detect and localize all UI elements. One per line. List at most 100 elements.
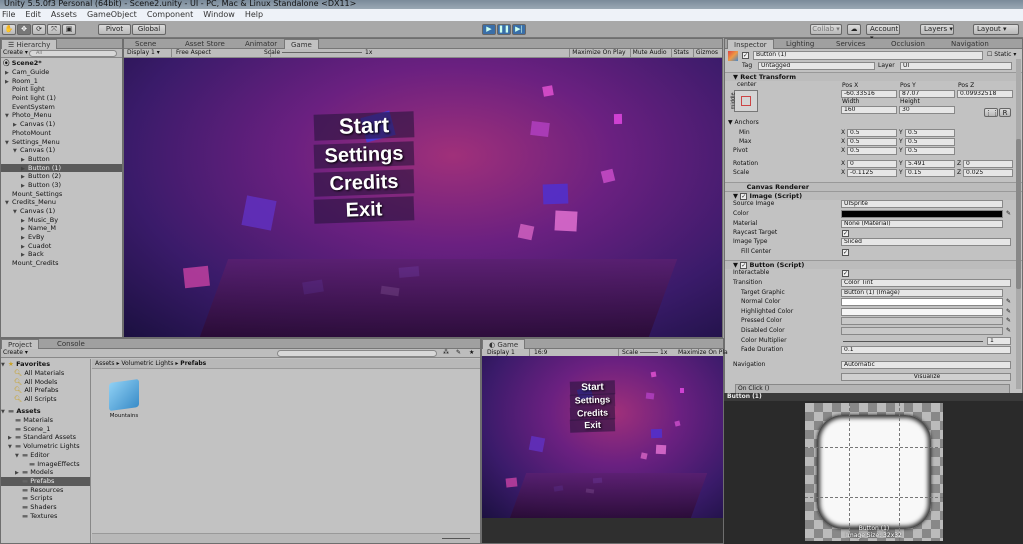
hierarchy-item[interactable]: Mount_Credits: [1, 259, 122, 268]
anchors-foldout[interactable]: ▼ Anchors: [728, 119, 759, 127]
hierarchy-item[interactable]: ▶ Button: [1, 155, 122, 164]
filter-type-icon[interactable]: ⁂: [443, 349, 449, 357]
tab-console[interactable]: Console: [51, 339, 91, 349]
hierarchy-item[interactable]: ▶ Canvas (1): [1, 120, 122, 129]
max-y-input[interactable]: 0.5: [905, 138, 955, 146]
project-tree-item[interactable]: ▬ Scripts: [1, 494, 90, 503]
hierarchy-item[interactable]: Mount_Settings: [1, 190, 122, 199]
scale-y-input[interactable]: 0.15: [905, 169, 955, 177]
color-multiplier-input[interactable]: 1: [987, 337, 1011, 345]
project-tree-item[interactable]: 🔍︎ All Prefabs: [1, 386, 90, 395]
fade-duration-dropdown[interactable]: 0.1: [841, 346, 1011, 354]
rotation-y-input[interactable]: 5.491: [905, 160, 955, 168]
eyedropper-icon[interactable]: ✎: [1006, 210, 1011, 218]
layout-dropdown[interactable]: Layout ▾: [973, 24, 1019, 35]
scene-root[interactable]: ⦿ Scene2*: [3, 59, 42, 68]
button-header[interactable]: ▼ ✓ Button (Script): [725, 260, 1022, 269]
favorite-star-icon[interactable]: ★: [469, 349, 474, 357]
hierarchy-item[interactable]: ▼ Canvas (1): [1, 207, 122, 216]
disabled-color-swatch[interactable]: [841, 327, 1003, 335]
scale-slider[interactable]: [282, 52, 362, 53]
aspect-dropdown[interactable]: Free Aspect: [176, 49, 271, 57]
menu-button-settings[interactable]: Settings: [313, 141, 415, 169]
expand-arrow-icon[interactable]: ▼: [5, 199, 12, 208]
pivot-y-input[interactable]: 0.5: [905, 147, 955, 155]
maximize-on-play-button[interactable]: Maximize On Play: [569, 49, 626, 57]
collab-button[interactable]: Collab ▾: [810, 24, 842, 35]
play-button[interactable]: ▶: [482, 24, 496, 35]
hierarchy-item[interactable]: ▼ Credits_Menu: [1, 198, 122, 207]
hierarchy-item[interactable]: ▶ EvBy: [1, 233, 122, 242]
gizmos-button[interactable]: Gizmos: [692, 49, 718, 57]
hierarchy-item[interactable]: PhotoMount: [1, 129, 122, 138]
breadcrumb-prefabs[interactable]: Prefabs: [180, 360, 206, 367]
hierarchy-item[interactable]: ▶ Room_1: [1, 77, 122, 86]
target-graphic-field[interactable]: Button (1) (Image): [841, 289, 1003, 297]
image-header[interactable]: ▼ ✓ Image (Script): [725, 191, 1022, 200]
source-image-field[interactable]: UISprite: [841, 200, 1003, 208]
menu-file[interactable]: File: [2, 9, 15, 21]
filter-label-icon[interactable]: ✎: [456, 349, 461, 357]
visualize-button[interactable]: Visualize: [841, 373, 1011, 381]
hierarchy-item[interactable]: EventSystem: [1, 103, 122, 112]
hierarchy-item[interactable]: ▶ Cam_Guide: [1, 68, 122, 77]
rotation-z-input[interactable]: 0: [963, 160, 1013, 168]
project-tree-item[interactable]: ▼ ★ Favorites: [1, 360, 90, 369]
hand-tool-icon[interactable]: ✋: [2, 24, 16, 35]
project-tree-item[interactable]: ▬ Shaders: [1, 503, 90, 512]
hierarchy-item[interactable]: ▼ Photo_Menu: [1, 111, 122, 120]
posx-input[interactable]: -60.33516: [841, 90, 897, 98]
raw-edit-button[interactable]: R: [999, 108, 1011, 117]
height-input[interactable]: 30: [899, 106, 955, 114]
tab-inspector[interactable]: Inspector: [727, 39, 774, 49]
tab-game[interactable]: Game: [284, 39, 319, 49]
tab-hierarchy[interactable]: ☰ Hierarchy: [1, 39, 58, 49]
project-create-dropdown[interactable]: Create ▾: [3, 349, 28, 357]
min-x-input[interactable]: 0.5: [847, 129, 897, 137]
width-input[interactable]: 160: [841, 106, 897, 114]
rotate-tool-icon[interactable]: ⟳: [32, 24, 46, 35]
scale-tool-icon[interactable]: ⤧: [47, 24, 61, 35]
fill-center-checkbox[interactable]: ✓: [842, 249, 849, 256]
tab-asset-store[interactable]: Asset Store: [179, 39, 231, 49]
inspector-scrollbar[interactable]: [1016, 59, 1021, 389]
menu-button-exit[interactable]: Exit: [569, 418, 616, 433]
game-view[interactable]: Start Settings Credits Exit: [124, 58, 722, 337]
max-x-input[interactable]: 0.5: [847, 138, 897, 146]
global-button[interactable]: Global: [132, 24, 166, 35]
expand-arrow-icon[interactable]: ▼: [13, 147, 20, 156]
active-checkbox[interactable]: ✓: [742, 52, 749, 59]
hierarchy-item[interactable]: ▶ Button (3): [1, 181, 122, 190]
tab-animator[interactable]: Animator: [239, 39, 283, 49]
tab-project[interactable]: Project: [1, 339, 39, 349]
expand-arrow-icon[interactable]: ▼: [13, 208, 20, 217]
posy-input[interactable]: 87.07: [899, 90, 955, 98]
scale-z-input[interactable]: 0.025: [963, 169, 1013, 177]
expand-arrow-icon[interactable]: [15, 513, 22, 522]
image-color-swatch[interactable]: [841, 210, 1003, 218]
expand-arrow-icon[interactable]: ▼: [5, 139, 12, 148]
pause-button[interactable]: ❚❚: [497, 24, 511, 35]
project-tree-item[interactable]: ▬ ImageEffects: [1, 460, 90, 469]
tab-scene[interactable]: Scene: [129, 39, 162, 49]
pressed-color-swatch[interactable]: [841, 317, 1003, 325]
game-view-2[interactable]: Start Settings Credits Exit: [482, 356, 723, 518]
expand-arrow-icon[interactable]: [7, 396, 14, 405]
tag-dropdown[interactable]: Untagged: [758, 62, 875, 70]
tab-services[interactable]: Services: [830, 39, 872, 49]
image-type-dropdown[interactable]: Sliced: [841, 238, 1011, 246]
project-tree-item[interactable]: ▬ Materials: [1, 416, 90, 425]
create-dropdown[interactable]: Create ▾: [3, 49, 28, 57]
project-tree-item[interactable]: ▬ Textures: [1, 512, 90, 521]
blueprint-button[interactable]: ⋮⋮: [984, 108, 999, 117]
eyedropper-icon[interactable]: ✎: [1006, 298, 1011, 306]
navigation-dropdown[interactable]: Automatic: [841, 361, 1011, 369]
project-tree-item[interactable]: ▬ Resources: [1, 486, 90, 495]
account-dropdown[interactable]: Account ▾: [866, 24, 900, 42]
project-tree-item[interactable]: ▼ ▬ Volumetric Lights: [1, 442, 90, 451]
step-button[interactable]: ▶|: [512, 24, 526, 35]
hierarchy-item[interactable]: ▶ Music_By: [1, 216, 122, 225]
tab-occlusion[interactable]: Occlusion: [885, 39, 931, 49]
tab-navigation[interactable]: Navigation: [945, 39, 995, 49]
rotation-x-input[interactable]: 0: [847, 160, 897, 168]
